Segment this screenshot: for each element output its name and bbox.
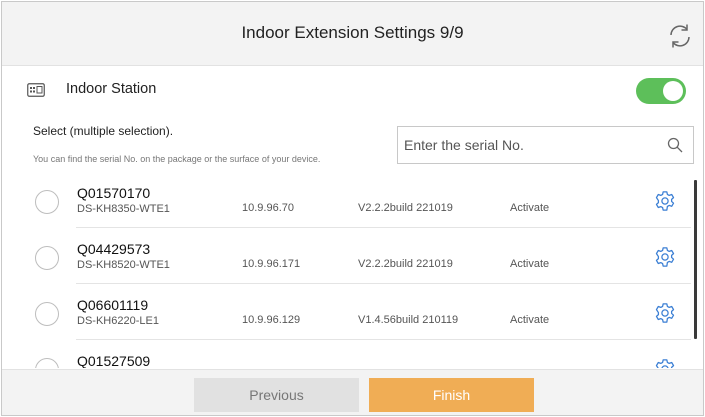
gear-icon[interactable]	[654, 358, 676, 368]
device-version: V2.2.2build 221019	[358, 202, 453, 214]
device-version: V1.4.56build 210119	[358, 314, 459, 326]
device-status: Activate	[510, 314, 550, 326]
device-ip: 10.9.96.129	[242, 314, 301, 326]
device-select-radio[interactable]	[35, 246, 59, 270]
selection-label: Select (multiple selection).	[33, 124, 174, 138]
selection-hint: You can find the serial No. on the packa…	[33, 154, 321, 164]
device-row: Q01527509	[2, 340, 703, 368]
device-select-radio[interactable]	[35, 302, 59, 326]
search-icon[interactable]	[667, 137, 683, 153]
device-model: DS-KH6220-LE1	[77, 315, 159, 327]
gear-icon[interactable]	[654, 246, 676, 268]
serial-search-input[interactable]	[404, 133, 654, 157]
indoor-station-toggle[interactable]	[636, 78, 686, 104]
finish-button[interactable]: Finish	[369, 378, 534, 412]
page-title: Indoor Extension Settings 9/9	[241, 23, 464, 42]
indoor-station-label: Indoor Station	[66, 81, 157, 97]
device-serial: Q01570170	[77, 185, 151, 201]
device-row: Q06601119 DS-KH6220-LE1 10.9.96.129 V1.4…	[2, 284, 703, 340]
device-serial: Q01527509	[77, 353, 151, 368]
device-ip: 10.9.96.171	[242, 258, 301, 270]
device-row: Q04429573 DS-KH8520-WTE1 10.9.96.171 V2.…	[2, 228, 703, 284]
toggle-knob	[663, 81, 683, 101]
device-select-radio[interactable]	[35, 358, 59, 368]
device-select-radio[interactable]	[35, 190, 59, 214]
bottom-bar: Previous Finish	[2, 369, 703, 415]
device-status: Activate	[510, 202, 550, 214]
gear-icon[interactable]	[654, 302, 676, 324]
title-bar: Indoor Extension Settings 9/9	[2, 2, 703, 66]
gear-icon[interactable]	[654, 190, 676, 212]
device-serial: Q06601119	[77, 297, 149, 313]
device-row: Q01570170 DS-KH8350-WTE1 10.9.96.70 V2.2…	[2, 172, 703, 228]
device-model: DS-KH8520-WTE1	[77, 259, 170, 271]
refresh-icon[interactable]	[665, 21, 695, 51]
indoor-station-row: Indoor Station	[2, 72, 703, 108]
previous-button[interactable]: Previous	[194, 378, 359, 412]
device-version: V2.2.2build 221019	[358, 258, 453, 270]
device-serial: Q04429573	[77, 241, 151, 257]
device-list: Q01570170 DS-KH8350-WTE1 10.9.96.70 V2.2…	[2, 172, 703, 368]
device-ip: 10.9.96.70	[242, 202, 294, 214]
device-status: Activate	[510, 258, 550, 270]
search-box	[397, 126, 694, 164]
indoor-station-icon	[27, 83, 45, 97]
device-model: DS-KH8350-WTE1	[77, 203, 170, 215]
list-scrollbar[interactable]	[694, 180, 697, 339]
settings-window: Indoor Extension Settings 9/9 Indoor Sta…	[1, 1, 704, 416]
